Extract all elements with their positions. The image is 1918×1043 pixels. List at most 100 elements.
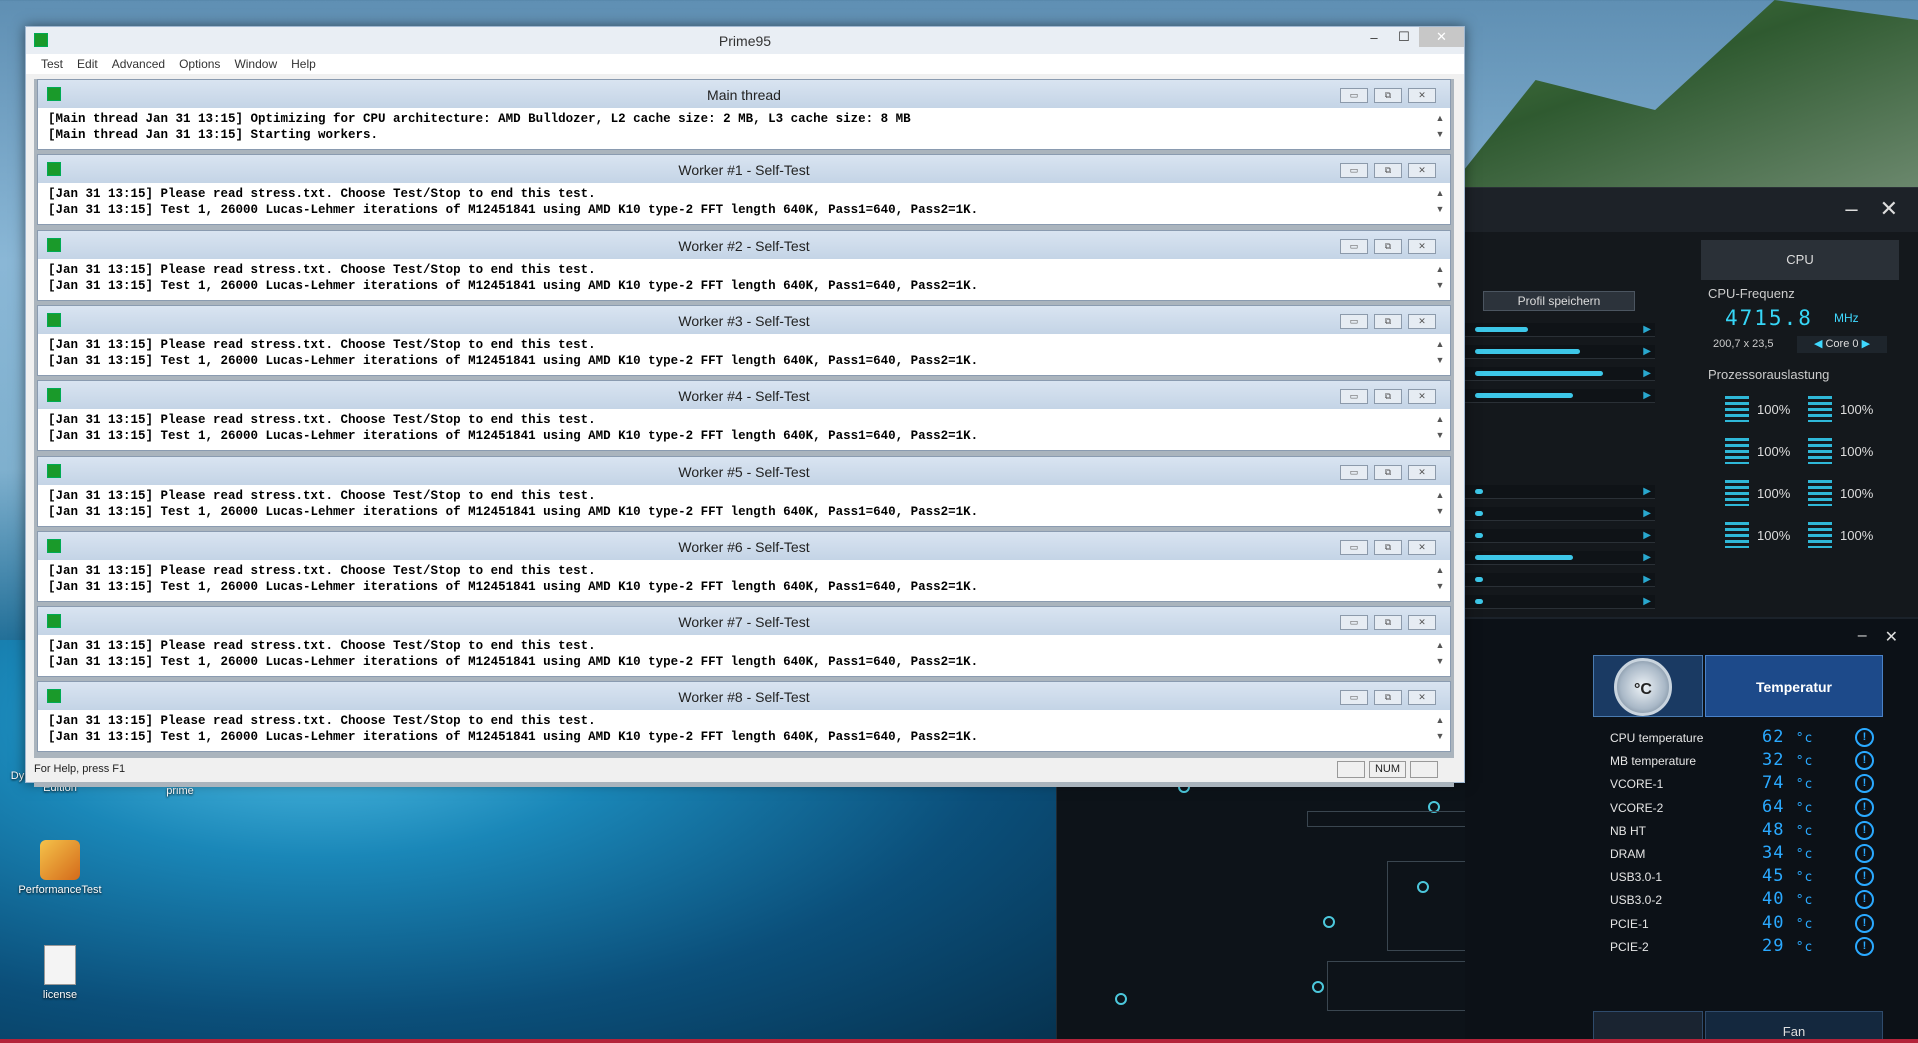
close-icon[interactable]: ✕ bbox=[1408, 539, 1436, 555]
close-icon[interactable]: ✕ bbox=[1880, 196, 1898, 222]
worker-window[interactable]: Worker #5 - Self-Test ▭ ⧉ ✕ [Jan 31 13:15] P… bbox=[37, 455, 1451, 527]
desktop-icon-license[interactable]: license bbox=[0, 945, 120, 1001]
menu-options[interactable]: Options bbox=[172, 57, 227, 71]
slider-2[interactable]: ▶ bbox=[1465, 345, 1655, 359]
info-icon[interactable]: ! bbox=[1855, 844, 1874, 863]
restore-icon[interactable]: ⧉ bbox=[1374, 238, 1402, 254]
close-icon[interactable]: ✕ bbox=[1408, 690, 1436, 706]
scroll-down-icon[interactable]: ▼ bbox=[1434, 427, 1446, 443]
scrollbar[interactable]: ▲ ▼ bbox=[1434, 411, 1446, 443]
restore-icon[interactable]: ⧉ bbox=[1374, 615, 1402, 631]
sensor-dot[interactable] bbox=[1115, 993, 1127, 1005]
scroll-down-icon[interactable]: ▼ bbox=[1434, 126, 1446, 142]
menu-window[interactable]: Window bbox=[227, 57, 284, 71]
menu-edit[interactable]: Edit bbox=[70, 57, 105, 71]
profile-save-button[interactable]: Profil speichern bbox=[1483, 291, 1635, 311]
minimize-icon[interactable]: ▭ bbox=[1340, 163, 1368, 179]
maximize-icon[interactable]: ☐ bbox=[1389, 27, 1419, 47]
scroll-up-icon[interactable]: ▲ bbox=[1434, 110, 1446, 126]
info-icon[interactable]: ! bbox=[1855, 751, 1874, 771]
minimize-icon[interactable]: ▭ bbox=[1340, 539, 1368, 555]
chevron-left-icon[interactable]: ◀ bbox=[1814, 338, 1826, 350]
menu-advanced[interactable]: Advanced bbox=[105, 57, 172, 71]
scroll-down-icon[interactable]: ▼ bbox=[1434, 201, 1446, 217]
minimize-icon[interactable]: ▭ bbox=[1340, 464, 1368, 480]
worker-window[interactable]: Worker #8 - Self-Test ▭ ⧉ ✕ [Jan 31 13:15] P… bbox=[37, 681, 1451, 753]
scrollbar[interactable]: ▲ ▼ bbox=[1434, 562, 1446, 594]
worker-window[interactable]: Worker #2 - Self-Test ▭ ⧉ ✕ [Jan 31 13:15] P… bbox=[37, 229, 1451, 301]
menu-help[interactable]: Help bbox=[284, 57, 323, 71]
close-icon[interactable]: ✕ bbox=[1408, 88, 1436, 103]
info-icon[interactable]: ! bbox=[1855, 774, 1874, 794]
main-thread-window[interactable]: Main thread ▭ ⧉ ✕ [Main thread Jan 31 13:15]… bbox=[37, 79, 1451, 150]
scroll-down-icon[interactable]: ▼ bbox=[1434, 352, 1446, 368]
minimize-icon[interactable]: ▭ bbox=[1340, 690, 1368, 706]
scrollbar[interactable]: ▲ ▼ bbox=[1434, 712, 1446, 744]
scroll-down-icon[interactable]: ▼ bbox=[1434, 728, 1446, 744]
scrollbar[interactable]: ▲ ▼ bbox=[1434, 637, 1446, 669]
desktop-icon-performancetest[interactable]: PerformanceTest bbox=[0, 840, 120, 896]
close-icon[interactable]: ✕ bbox=[1419, 27, 1464, 47]
menu-test[interactable]: Test bbox=[34, 57, 70, 71]
scroll-down-icon[interactable]: ▼ bbox=[1434, 277, 1446, 293]
close-icon[interactable]: ✕ bbox=[1408, 238, 1436, 254]
scroll-down-icon[interactable]: ▼ bbox=[1434, 503, 1446, 519]
info-icon[interactable]: ! bbox=[1855, 728, 1874, 747]
tab-cpu[interactable]: CPU bbox=[1701, 240, 1899, 280]
info-icon[interactable]: ! bbox=[1855, 936, 1874, 956]
minimize-icon[interactable]: – bbox=[1845, 196, 1857, 222]
worker-window[interactable]: Worker #1 - Self-Test ▭ ⧉ ✕ [Jan 31 13:15] P… bbox=[37, 154, 1451, 226]
scroll-up-icon[interactable]: ▲ bbox=[1434, 185, 1446, 201]
chevron-right-icon[interactable]: ▶ bbox=[1859, 338, 1870, 350]
temperature-title[interactable]: Temperatur bbox=[1705, 655, 1883, 717]
slider-4[interactable]: ▶ bbox=[1465, 389, 1655, 403]
worker-window[interactable]: Worker #7 - Self-Test ▭ ⧉ ✕ [Jan 31 13:15] P… bbox=[37, 606, 1451, 678]
info-icon[interactable]: ! bbox=[1855, 867, 1874, 887]
minimize-icon[interactable]: ▭ bbox=[1340, 389, 1368, 405]
restore-icon[interactable]: ⧉ bbox=[1374, 163, 1402, 179]
close-icon[interactable]: ✕ bbox=[1408, 615, 1436, 631]
slider-lower-6[interactable]: ▶ bbox=[1465, 595, 1655, 609]
scroll-up-icon[interactable]: ▲ bbox=[1434, 336, 1446, 352]
sensor-dot[interactable] bbox=[1312, 981, 1324, 993]
minimize-icon[interactable]: – bbox=[1359, 27, 1389, 47]
scrollbar[interactable]: ▲ ▼ bbox=[1434, 185, 1446, 217]
restore-icon[interactable]: ⧉ bbox=[1374, 464, 1402, 480]
slider-1[interactable]: ▶ bbox=[1465, 323, 1655, 337]
close-icon[interactable]: ✕ bbox=[1408, 464, 1436, 480]
close-icon[interactable]: ✕ bbox=[1408, 313, 1436, 329]
sensor-dot[interactable] bbox=[1323, 916, 1335, 928]
slider-lower-3[interactable]: ▶ bbox=[1465, 529, 1655, 543]
restore-icon[interactable]: ⧉ bbox=[1374, 88, 1402, 103]
worker-window[interactable]: Worker #4 - Self-Test ▭ ⧉ ✕ [Jan 31 13:15] P… bbox=[37, 380, 1451, 452]
worker-window[interactable]: Worker #6 - Self-Test ▭ ⧉ ✕ [Jan 31 13:15] P… bbox=[37, 530, 1451, 602]
info-icon[interactable]: ! bbox=[1855, 890, 1874, 910]
slider-lower-4[interactable]: ▶ bbox=[1465, 551, 1655, 565]
minimize-icon[interactable]: ▭ bbox=[1340, 88, 1368, 103]
scroll-up-icon[interactable]: ▲ bbox=[1434, 411, 1446, 427]
restore-icon[interactable]: ⧉ bbox=[1374, 313, 1402, 329]
scroll-up-icon[interactable]: ▲ bbox=[1434, 637, 1446, 653]
minimize-icon[interactable]: ▭ bbox=[1340, 238, 1368, 254]
info-icon[interactable]: ! bbox=[1855, 820, 1874, 840]
scrollbar[interactable]: ▲ ▼ bbox=[1434, 487, 1446, 519]
slider-3[interactable]: ▶ bbox=[1465, 367, 1655, 381]
scroll-down-icon[interactable]: ▼ bbox=[1434, 653, 1446, 669]
minimize-icon[interactable]: ▭ bbox=[1340, 615, 1368, 631]
scroll-up-icon[interactable]: ▲ bbox=[1434, 712, 1446, 728]
close-icon[interactable]: ✕ bbox=[1408, 389, 1436, 405]
close-icon[interactable]: ✕ bbox=[1408, 163, 1436, 179]
worker-window[interactable]: Worker #3 - Self-Test ▭ ⧉ ✕ [Jan 31 13:15] P… bbox=[37, 304, 1451, 376]
info-icon[interactable]: ! bbox=[1855, 797, 1874, 817]
scroll-down-icon[interactable]: ▼ bbox=[1434, 578, 1446, 594]
restore-icon[interactable]: ⧉ bbox=[1374, 539, 1402, 555]
core-selector[interactable]: ◀ Core 0 ▶ bbox=[1797, 336, 1887, 353]
scroll-up-icon[interactable]: ▲ bbox=[1434, 562, 1446, 578]
slider-lower-5[interactable]: ▶ bbox=[1465, 573, 1655, 587]
minimize-icon[interactable]: – bbox=[1858, 627, 1867, 647]
slider-lower-2[interactable]: ▶ bbox=[1465, 507, 1655, 521]
scrollbar[interactable]: ▲ ▼ bbox=[1434, 336, 1446, 368]
slider-lower-1[interactable]: ▶ bbox=[1465, 485, 1655, 499]
close-icon[interactable]: ✕ bbox=[1885, 627, 1898, 647]
scrollbar[interactable]: ▲ ▼ bbox=[1434, 110, 1446, 142]
